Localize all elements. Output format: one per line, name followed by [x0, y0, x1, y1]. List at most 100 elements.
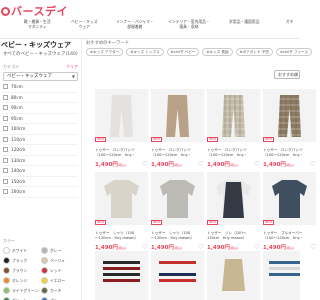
color-label: カラー [3, 238, 15, 243]
product-subtitle[interactable]: （100〜120cm tiny・ [151, 153, 204, 158]
color-option-label: イエロー [50, 277, 66, 283]
checkbox[interactable] [3, 84, 8, 90]
checkbox[interactable] [3, 126, 8, 132]
checkbox[interactable] [3, 189, 8, 195]
color-option[interactable]: ベージュ [41, 257, 65, 264]
new-badge: NEW [207, 219, 219, 225]
size-option-label: 70cm [11, 84, 23, 90]
category-select[interactable]: ベビー・キッズウェア ▼ [3, 72, 78, 81]
color-option[interactable]: カーキ [41, 287, 61, 294]
site-header: バースデイ 靴・雑貨・生活 マタニティ ベビー・キッズ ウェア インナー・パジャ… [0, 0, 300, 39]
price-value: 1,490円 [263, 162, 286, 169]
size-option-label: 80cm [11, 94, 23, 100]
size-option[interactable]: 150cm [3, 177, 78, 187]
product-image[interactable]: NEW [151, 89, 204, 142]
product-thumb-partial[interactable] [95, 251, 148, 300]
color-option[interactable]: ブラック [3, 257, 27, 264]
size-option[interactable]: 160cm [3, 187, 78, 198]
favorite-heart-icon[interactable]: ♡ [254, 161, 260, 168]
nav-item-inner[interactable]: インナー・パジャマ・ 部屋着着 [116, 19, 154, 29]
size-option[interactable]: 140cm [3, 166, 78, 177]
nav-item-zakka[interactable]: 靴・雑貨・生活 マタニティ [24, 19, 51, 29]
product-subtitle[interactable]: （100〜120cm tiny・ [263, 153, 316, 158]
checkbox[interactable] [3, 178, 8, 184]
checkbox[interactable] [3, 157, 8, 163]
checkbox[interactable] [3, 136, 8, 142]
keyword-chip[interactable]: #キッズ アウター [86, 48, 124, 56]
color-option[interactable]: ライトグリーン [3, 287, 38, 294]
product-photo [95, 172, 148, 225]
product-card[interactable]: NEW トゥザー シャツ（100 〜130cm tiny mason） 1,490円(… [151, 172, 204, 251]
product-subtitle[interactable]: 〜130cm tiny mason） [95, 236, 148, 241]
price-tax-note: (税込) [229, 163, 239, 168]
keyword-chip[interactable]: #ボアガンド 子供 [235, 48, 273, 56]
product-card[interactable]: NEW トゥザー ジレ（100〜 130cm tiny mason） 1,490円(税… [207, 172, 260, 251]
category-clear-link[interactable]: クリア [66, 64, 78, 70]
product-photo [151, 89, 204, 142]
checkbox[interactable] [3, 115, 8, 121]
product-card[interactable]: NEW トゥザー ロングパンツ （100〜120cm tiny・ 1,490円(税込)… [207, 89, 260, 168]
color-swatch [3, 267, 10, 274]
nav-item-school[interactable]: 学用品・通園用品 [229, 19, 259, 25]
product-image[interactable]: NEW [207, 172, 260, 225]
keyword-chip[interactable]: #キッズ 長袖 [202, 48, 233, 56]
global-nav: 靴・雑貨・生活 マタニティ ベビー・キッズ ウェア インナー・パジャマ・ 部屋着… [24, 19, 300, 36]
nav-item-more[interactable]: ガチ [286, 19, 294, 25]
product-subtitle[interactable]: （100〜120cm tiny・ [263, 236, 316, 241]
product-card[interactable]: NEW トゥザー ロングパンツ （100〜120cm tiny・ 1,490円(税込)… [95, 89, 148, 168]
product-image[interactable]: NEW [95, 172, 148, 225]
product-image[interactable]: NEW [207, 89, 260, 142]
checkbox[interactable] [3, 105, 8, 111]
size-option[interactable]: 120cm [3, 145, 78, 156]
site-logo[interactable]: バースデイ [1, 3, 68, 19]
product-card[interactable]: NEW トゥザー ロングパンツ （100〜120cm tiny・ 1,490円(税込)… [263, 89, 316, 168]
product-thumb-partial[interactable] [207, 251, 260, 300]
color-option-label: レッド [50, 267, 62, 273]
color-option[interactable]: レッド [41, 267, 61, 274]
checkbox[interactable] [3, 147, 8, 153]
product-photo [151, 172, 204, 225]
product-image[interactable]: NEW [263, 172, 316, 225]
product-image[interactable]: NEW [151, 172, 204, 225]
striped-tee-image [95, 251, 148, 300]
color-option[interactable]: グレー [41, 247, 61, 254]
sort-select[interactable]: おすすめ順 [274, 70, 300, 79]
color-option[interactable]: ブラウン [3, 267, 27, 274]
product-subtitle[interactable]: 130cm tiny mason） [207, 236, 260, 241]
product-subtitle[interactable]: （100〜120cm tiny・ [207, 153, 260, 158]
keyword-chip[interactable]: #chil子 ベビー [166, 48, 200, 56]
product-card[interactable]: NEW トゥザー ブルオーバー （100〜120cm tiny・ 1,490円(税込)… [263, 172, 316, 251]
size-option[interactable]: 95cm [3, 114, 78, 124]
favorite-heart-icon[interactable]: ♡ [142, 161, 148, 168]
checkbox[interactable] [3, 94, 8, 100]
chevron-down-icon: ▼ [71, 74, 75, 79]
striped-tee-image [263, 251, 300, 300]
color-option[interactable]: ホワイト [3, 247, 27, 254]
color-option[interactable]: イエロー [41, 277, 65, 284]
size-option[interactable]: 80cm [3, 93, 78, 103]
nav-item-baby-kids[interactable]: ベビー・キッズ ウェア [71, 19, 98, 29]
checkbox[interactable] [3, 168, 8, 174]
product-card[interactable]: NEW トゥザー シャツ（100 〜130cm tiny mason） 1,490円(… [95, 172, 148, 251]
favorite-heart-icon[interactable]: ♡ [198, 161, 204, 168]
product-subtitle[interactable]: 〜130cm tiny mason） [151, 236, 204, 241]
size-option[interactable]: 110cm [3, 135, 78, 145]
size-option[interactable]: 100cm [3, 124, 78, 135]
product-image[interactable]: NEW [95, 89, 148, 142]
product-image[interactable]: NEW [263, 89, 316, 142]
product-thumb-partial[interactable] [263, 251, 316, 300]
price-tax-note: (税込) [173, 163, 183, 168]
product-thumb-partial[interactable] [151, 251, 204, 300]
favorite-heart-icon[interactable]: ♡ [310, 161, 316, 168]
size-option[interactable]: 70cm [3, 82, 78, 93]
size-option[interactable]: 130cm [3, 156, 78, 166]
keyword-chip[interactable]: #キッズ トップス [126, 48, 164, 56]
product-price: 1,490円(税込) [207, 160, 260, 168]
product-card[interactable]: NEW トゥザー ロングパンツ （100〜120cm tiny・ 1,490円(税込)… [151, 89, 204, 168]
nav-item-interior[interactable]: インテリア・室内用品・ 寝具・収納 [168, 19, 210, 29]
all-category-link[interactable]: すべてのベビー・キッズウェア(140) [3, 51, 78, 57]
keyword-chip[interactable]: #chil子 フリース [275, 48, 313, 56]
color-option[interactable]: オレンジ [3, 277, 27, 284]
product-subtitle[interactable]: （100〜120cm tiny・ [95, 153, 148, 158]
size-option[interactable]: 90cm [3, 103, 78, 114]
